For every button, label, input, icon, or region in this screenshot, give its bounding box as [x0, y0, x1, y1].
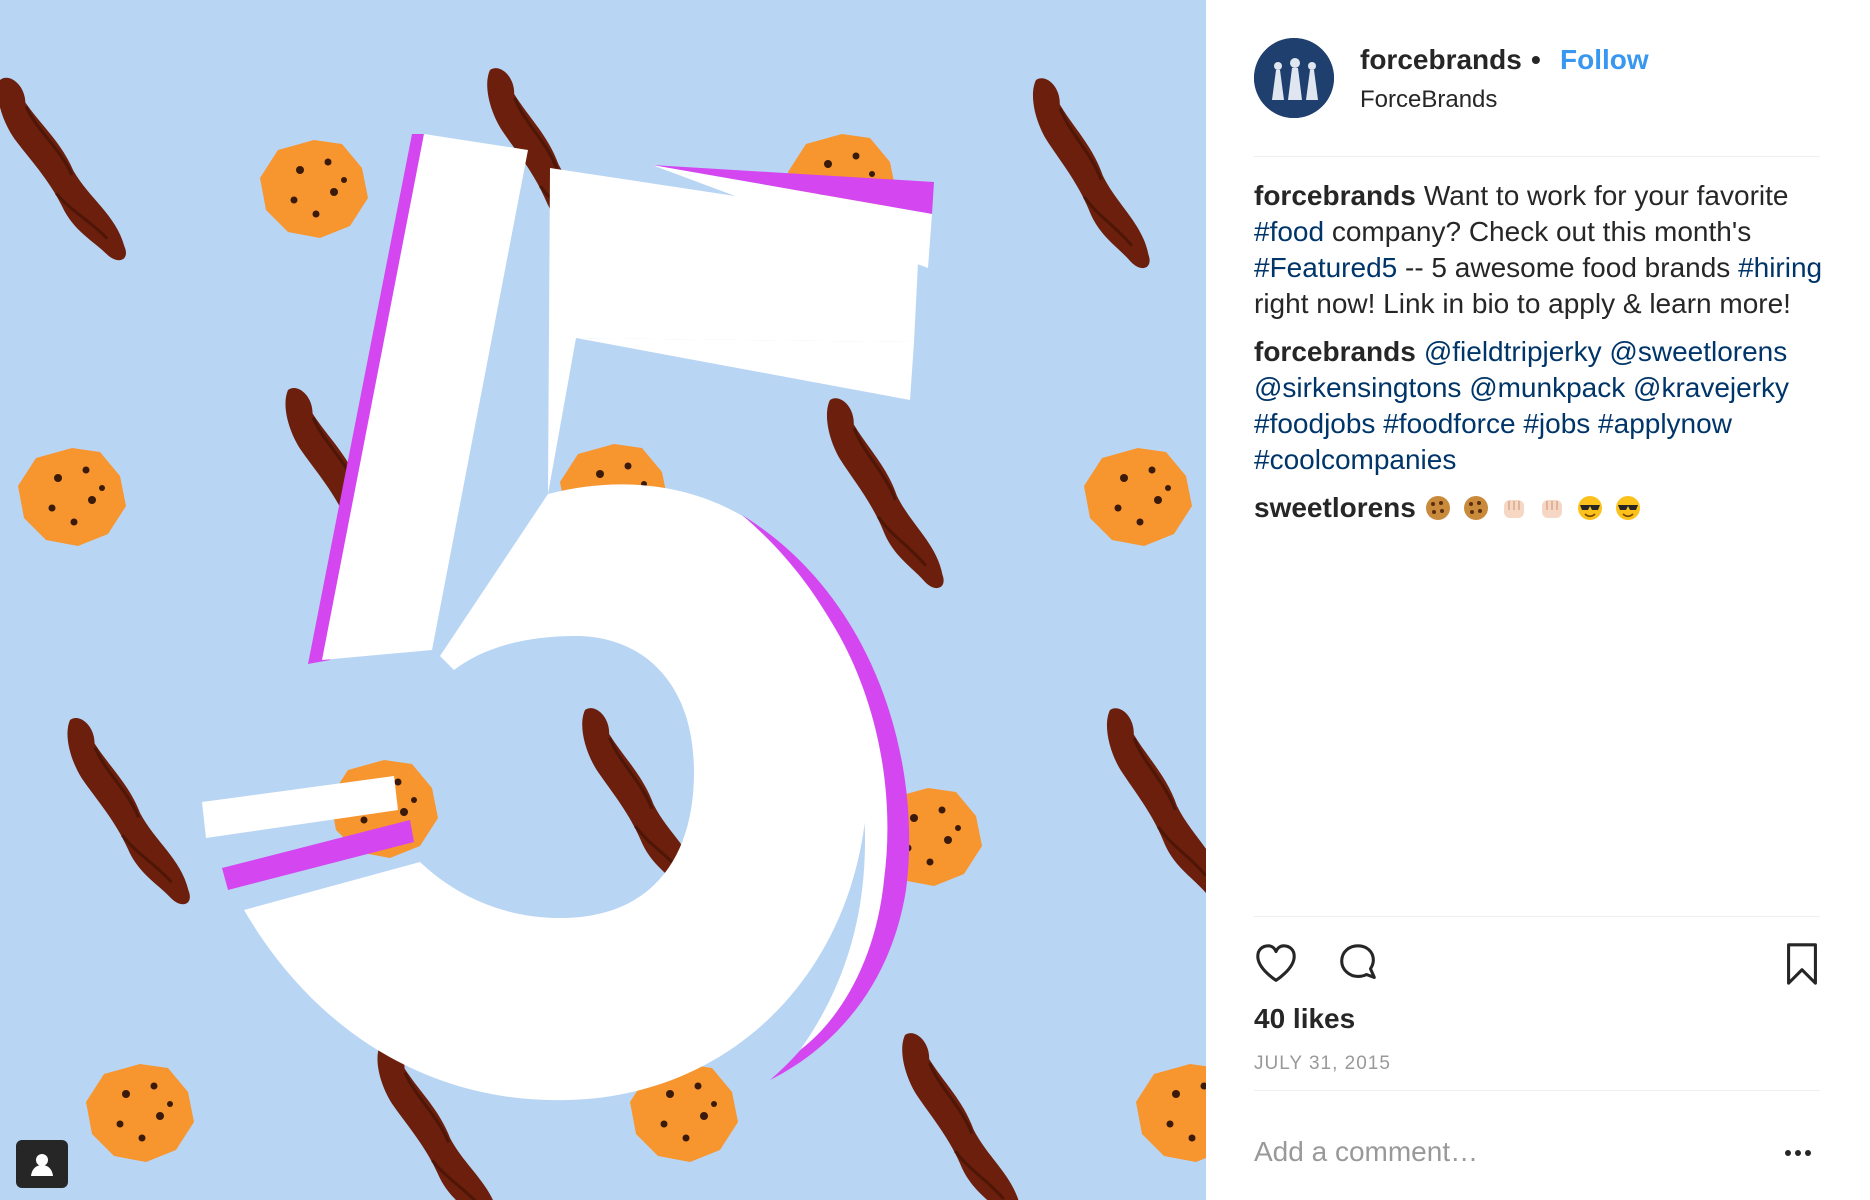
tag-people-button[interactable]: [16, 1140, 68, 1188]
caption-segment: right now! Link in bio to apply & learn …: [1254, 288, 1791, 319]
comment-bubble-icon: [1340, 944, 1376, 979]
divider: [1254, 916, 1820, 917]
hashtag-link[interactable]: #foodforce: [1383, 408, 1515, 439]
hashtag-link[interactable]: #coolcompanies: [1254, 444, 1456, 475]
comment-button[interactable]: [1332, 938, 1384, 990]
avatar[interactable]: [1254, 38, 1334, 118]
mention-link[interactable]: @fieldtripjerky: [1424, 336, 1602, 367]
caption-segment: -- 5 awesome food brands: [1397, 252, 1739, 283]
caption-segment: company? Check out this month's: [1324, 216, 1752, 247]
emoji-list: [1424, 492, 1652, 523]
comment: forcebrands @fieldtripjerky @sweetlorens …: [1254, 334, 1830, 478]
sunglasses-face-emoji-icon: [1577, 496, 1602, 520]
sunglasses-face-emoji-icon: [1615, 496, 1640, 520]
comment-author[interactable]: sweetlorens: [1254, 492, 1416, 523]
mention-link[interactable]: @sirkensingtons: [1254, 372, 1461, 403]
mention-link[interactable]: @kravejerky: [1633, 372, 1789, 403]
comment: sweetlorens: [1254, 490, 1830, 526]
add-comment-input[interactable]: [1254, 1132, 1754, 1172]
more-options-icon: [1785, 1150, 1791, 1156]
more-options-icon: [1805, 1150, 1811, 1156]
cookie-emoji-icon: [1463, 496, 1488, 520]
post-sidebar: forcebrands • Follow ForceBrands forcebr…: [1206, 0, 1870, 1200]
heart-icon: [1256, 944, 1296, 982]
comment-author[interactable]: forcebrands: [1254, 180, 1416, 211]
fist-emoji-icon: [1541, 500, 1562, 518]
hashtag-link[interactable]: #food: [1254, 216, 1324, 247]
tag-people-icon: [31, 1154, 53, 1176]
fist-emoji-icon: [1503, 500, 1524, 518]
mention-link[interactable]: @sweetlorens: [1609, 336, 1787, 367]
cookie-emoji-icon: [1425, 496, 1450, 520]
like-button[interactable]: [1250, 938, 1302, 990]
featured5-illustration: [0, 0, 1206, 1200]
divider: [1254, 1090, 1820, 1091]
save-button[interactable]: [1776, 938, 1828, 990]
comment-author[interactable]: forcebrands: [1254, 336, 1416, 367]
caption-comment: forcebrands Want to work for your favorit…: [1254, 178, 1830, 322]
bookmark-icon: [1787, 943, 1817, 985]
hashtag-link[interactable]: #hiring: [1738, 252, 1822, 283]
full-name: ForceBrands: [1360, 86, 1498, 113]
mention-link[interactable]: @munkpack: [1469, 372, 1625, 403]
post-image[interactable]: [0, 0, 1206, 1200]
hashtag-link[interactable]: #jobs: [1523, 408, 1590, 439]
avatar-image: [1254, 38, 1334, 118]
hashtag-link[interactable]: #foodjobs: [1254, 408, 1375, 439]
caption-segment: Want to work for your favorite: [1423, 180, 1789, 211]
post-date: JULY 31, 2015: [1254, 1053, 1391, 1074]
separator-dot: •: [1531, 44, 1541, 75]
comments-area: forcebrands Want to work for your favorit…: [1254, 178, 1830, 538]
likes-count[interactable]: 40 likes: [1254, 1003, 1355, 1035]
hashtag-link[interactable]: #Featured5: [1254, 252, 1397, 283]
more-options-button[interactable]: [1778, 1138, 1818, 1168]
instagram-post: forcebrands • Follow ForceBrands forcebr…: [0, 0, 1870, 1200]
hashtag-link[interactable]: #applynow: [1598, 408, 1732, 439]
post-header: forcebrands • Follow ForceBrands: [1254, 38, 1820, 157]
username-link[interactable]: forcebrands: [1360, 44, 1522, 76]
more-options-icon: [1795, 1150, 1801, 1156]
follow-button[interactable]: Follow: [1560, 44, 1649, 76]
